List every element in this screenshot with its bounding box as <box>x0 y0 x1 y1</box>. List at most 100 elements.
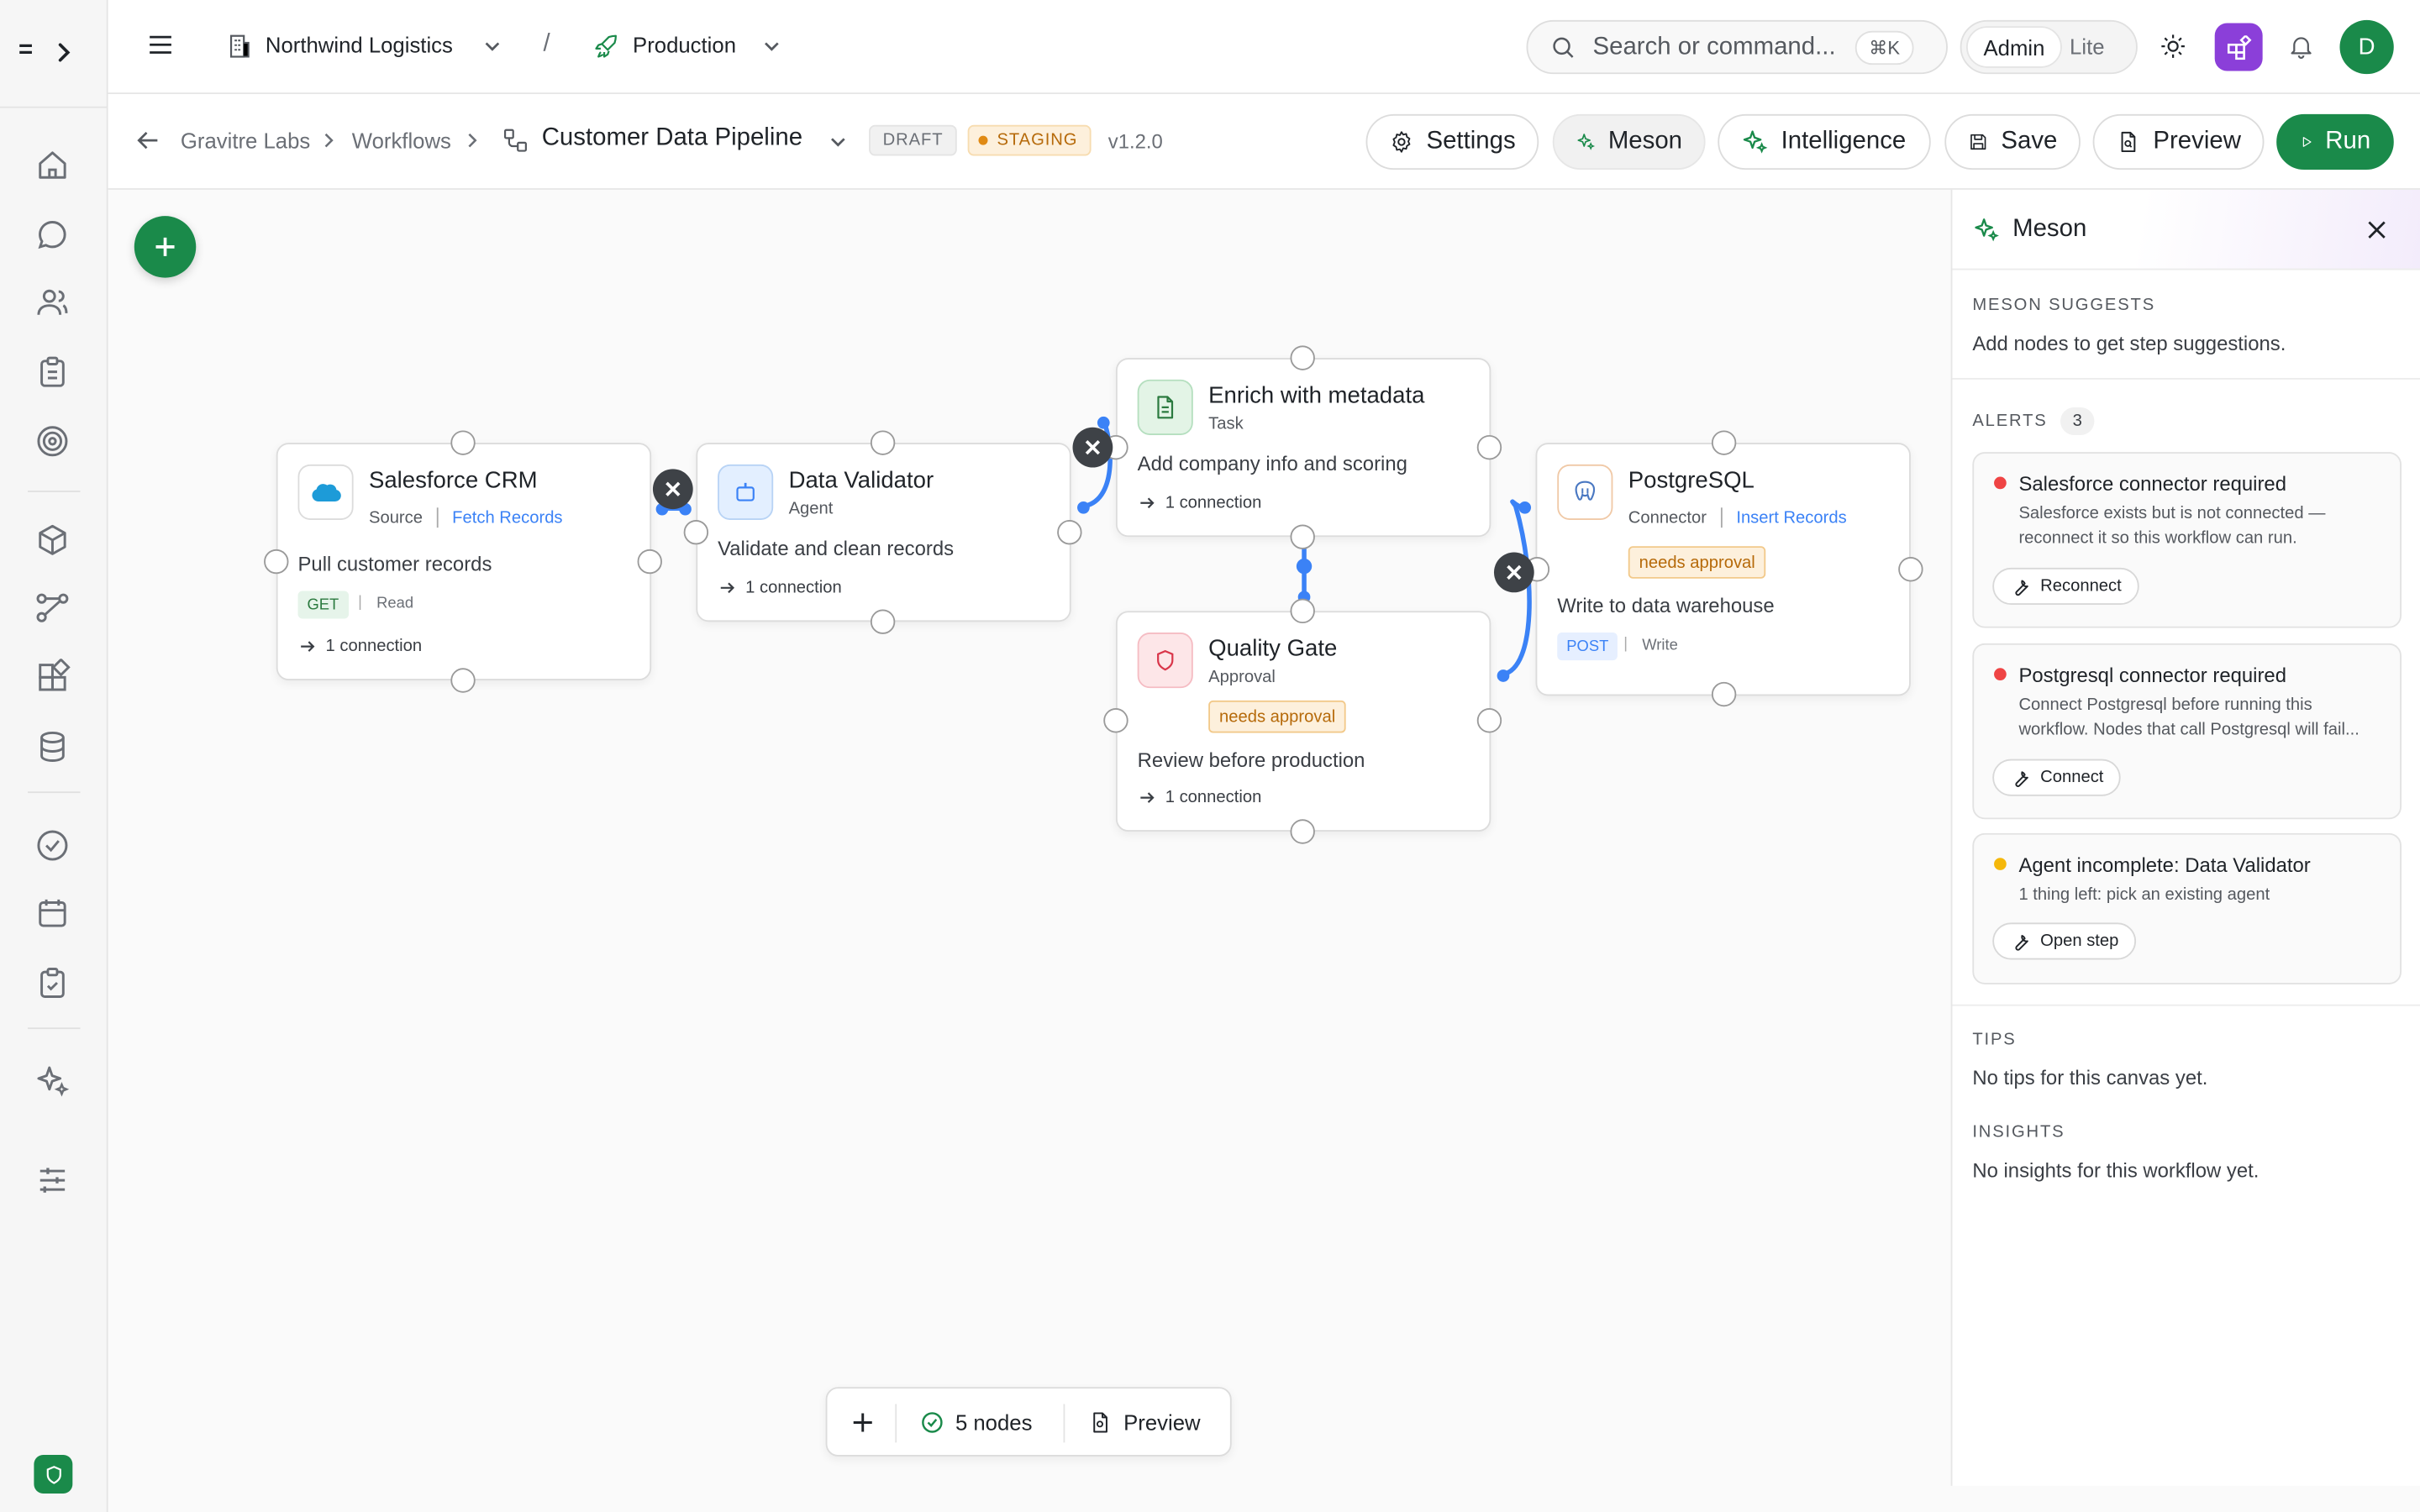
node-data-validator[interactable]: Data Validator Agent Validate and clean … <box>696 443 1071 622</box>
wrench-icon <box>2015 580 2028 596</box>
sliders-icon[interactable] <box>34 1162 71 1199</box>
suggest-text: Add nodes to get step suggestions. <box>1972 331 2286 355</box>
gear-icon <box>1392 131 1411 153</box>
method-badge: POST <box>1557 633 1618 661</box>
user-avatar[interactable]: D <box>2339 19 2394 75</box>
node-handle-right[interactable] <box>637 549 662 575</box>
search-input[interactable]: Search or command... ⌘K <box>1526 19 1948 75</box>
delete-edge-button[interactable] <box>652 469 693 510</box>
shield-logo-icon[interactable] <box>34 1455 73 1494</box>
breadcrumb-workflows[interactable]: Workflows <box>352 128 451 152</box>
node-handle-left[interactable] <box>264 549 289 575</box>
chat-icon[interactable] <box>34 216 71 253</box>
settings-button[interactable]: Settings <box>1365 113 1539 171</box>
alert-dot <box>1994 858 2007 870</box>
meson-panel: Meson MESON SUGGESTS Add nodes to get st… <box>1950 189 2420 1486</box>
connect-button[interactable]: Connect <box>1992 759 2121 796</box>
mode-label: Read <box>376 595 414 613</box>
mode-lite[interactable]: Lite <box>2070 34 2104 58</box>
node-handle-right[interactable] <box>1057 519 1082 545</box>
node-action-link[interactable]: Insert Records <box>1736 509 1846 528</box>
open-step-button[interactable]: Open step <box>1992 922 2136 960</box>
save-button[interactable]: Save <box>1944 113 2081 171</box>
node-postgresql[interactable]: PostgreSQL Connector Insert Records need… <box>1535 443 1911 696</box>
node-handle-bottom[interactable] <box>1290 524 1315 549</box>
database-icon[interactable] <box>34 728 71 765</box>
delete-edge-button[interactable] <box>1072 427 1113 468</box>
node-quality-gate[interactable]: Quality Gate Approval needs approval Rev… <box>1115 611 1491 832</box>
workflow-canvas[interactable]: Salesforce CRM Source Fetch Records Pull… <box>108 189 1951 1512</box>
bell-icon[interactable] <box>2287 33 2315 60</box>
chevron-down-icon[interactable] <box>483 37 502 55</box>
toolbar-preview-button[interactable]: Preview <box>1123 1410 1200 1435</box>
connection-count: 1 connection <box>1139 789 1261 807</box>
close-icon[interactable] <box>2368 221 2386 239</box>
apps-icon[interactable] <box>34 659 71 696</box>
mode-toggle[interactable]: Admin Lite <box>1960 19 2138 75</box>
node-handle-top[interactable] <box>450 430 476 455</box>
rail-divider <box>0 106 108 108</box>
chevron-right-icon[interactable] <box>54 40 76 65</box>
alerts-count-badge: 3 <box>2060 407 2095 435</box>
check-circle-icon[interactable] <box>34 827 71 864</box>
node-handle-bottom[interactable] <box>1290 819 1315 844</box>
node-handle-left[interactable] <box>683 519 709 545</box>
run-button[interactable]: Run <box>2276 113 2394 171</box>
menu-icon[interactable] <box>148 33 172 57</box>
apps-grid-icon[interactable] <box>2214 23 2263 71</box>
calendar-icon[interactable] <box>34 895 71 932</box>
sun-icon[interactable] <box>2160 33 2187 60</box>
node-description: Add company info and scoring <box>1137 452 1407 475</box>
node-handle-top[interactable] <box>870 430 896 455</box>
node-title: Data Validator <box>788 467 934 494</box>
node-title: PostgreSQL <box>1628 467 1754 494</box>
breadcrumb-workspace[interactable]: Gravitre Labs <box>181 128 310 152</box>
node-handle-right[interactable] <box>1476 434 1502 460</box>
node-handle-right[interactable] <box>1898 557 1923 582</box>
node-type: Task <box>1208 415 1244 434</box>
meson-button[interactable]: Meson <box>1552 113 1706 171</box>
node-action-link[interactable]: Fetch Records <box>452 509 562 528</box>
mode-admin[interactable]: Admin <box>1966 26 2062 68</box>
node-handle-bottom[interactable] <box>870 609 896 634</box>
clipboard-icon[interactable] <box>34 354 71 391</box>
chevron-down-icon[interactable] <box>829 133 847 151</box>
home-icon[interactable] <box>34 146 71 183</box>
plus-icon[interactable] <box>852 1412 874 1434</box>
org-switcher[interactable]: Northwind Logistics <box>266 33 453 57</box>
node-type: Agent <box>788 500 834 519</box>
sparkle-icon[interactable] <box>34 1063 71 1100</box>
back-arrow-icon[interactable] <box>136 128 160 152</box>
node-handle-top[interactable] <box>1290 598 1315 624</box>
target-icon[interactable] <box>34 423 71 459</box>
chevron-down-icon[interactable] <box>762 37 781 55</box>
insights-text: No insights for this workflow yet. <box>1972 1158 2260 1182</box>
node-handle-left[interactable] <box>1103 708 1128 733</box>
node-handle-bottom[interactable] <box>450 668 476 693</box>
node-handle-top[interactable] <box>1290 345 1315 370</box>
clipboard-check-icon[interactable] <box>34 964 71 1001</box>
sparkle-icon <box>1577 134 1596 150</box>
package-icon[interactable] <box>34 522 71 559</box>
save-label: Save <box>2001 128 2058 155</box>
environment-switcher[interactable]: Production <box>633 33 736 57</box>
document-icon <box>1137 379 1193 435</box>
divider <box>1063 1404 1065 1443</box>
node-handle-bottom[interactable] <box>1711 681 1737 707</box>
connection-label: 1 connection <box>1165 493 1262 512</box>
preview-button[interactable]: Preview <box>2092 113 2265 171</box>
workflow-title[interactable]: Customer Data Pipeline <box>542 125 802 153</box>
workflow-icon[interactable] <box>34 590 71 627</box>
users-icon[interactable] <box>34 284 71 321</box>
node-enrich[interactable]: Enrich with metadata Task Add company in… <box>1115 358 1491 538</box>
node-count[interactable]: 5 nodes <box>955 1410 1033 1435</box>
rail-toggle-glyph[interactable]: = <box>18 37 33 65</box>
rail-divider <box>28 491 81 492</box>
node-handle-top[interactable] <box>1711 430 1737 455</box>
sparkle-icon <box>1975 218 1999 242</box>
reconnect-button[interactable]: Reconnect <box>1992 567 2139 606</box>
intelligence-button[interactable]: Intelligence <box>1718 113 1931 171</box>
node-salesforce[interactable]: Salesforce CRM Source Fetch Records Pull… <box>276 443 652 681</box>
delete-edge-button[interactable] <box>1493 552 1534 593</box>
node-handle-right[interactable] <box>1476 708 1502 733</box>
